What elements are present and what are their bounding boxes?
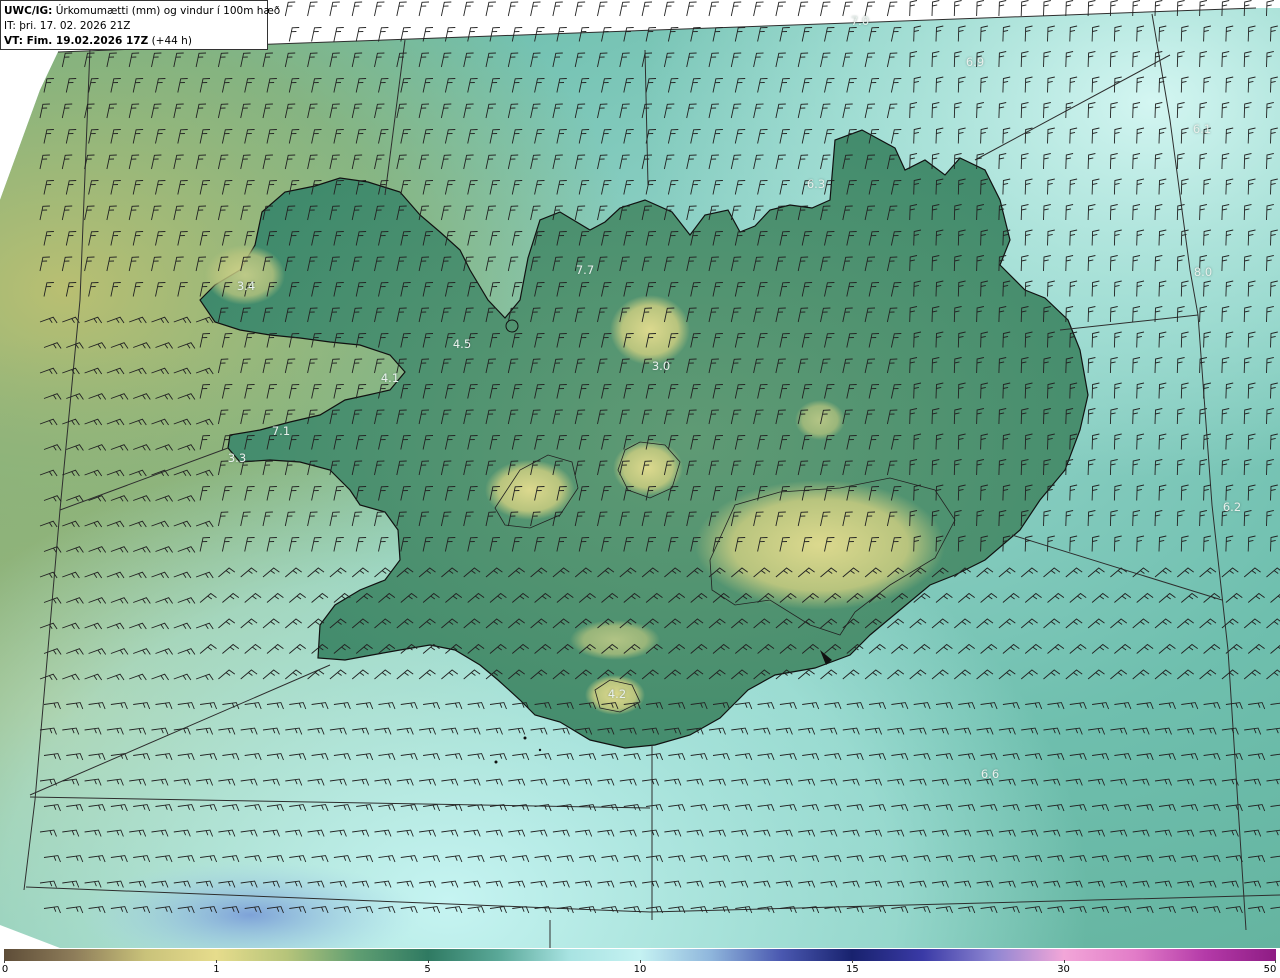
valid-time: VT: Fim. 19.02.2026 17Z bbox=[4, 35, 149, 47]
colorbar-tick-label: 15 bbox=[846, 964, 859, 975]
value-label: 7.0 bbox=[850, 14, 870, 28]
colorbar-tick-label: 1 bbox=[213, 964, 220, 975]
colorbar-tick-label: 50 bbox=[1263, 964, 1277, 975]
colorbar-tick bbox=[216, 960, 218, 963]
value-label: 6.6 bbox=[980, 767, 1000, 781]
map-canvas bbox=[0, 0, 1280, 948]
colorbar-tick bbox=[852, 960, 854, 963]
value-label: 3.3 bbox=[227, 451, 247, 465]
init-time: IT: þri. 17. 02. 2026 21Z bbox=[4, 20, 131, 32]
model-name: UWC/IG: bbox=[4, 5, 53, 17]
value-label: 7.1 bbox=[271, 424, 291, 438]
value-label: 4.1 bbox=[380, 371, 400, 385]
colorbar-tick-label: 0 bbox=[1, 964, 9, 975]
colorbar-tick-label: 10 bbox=[633, 964, 647, 975]
value-label: 3.0 bbox=[651, 359, 671, 373]
value-label: 4.2 bbox=[607, 687, 627, 701]
lead-time: (+44 h) bbox=[148, 35, 192, 47]
value-label: 6.1 bbox=[1192, 122, 1212, 136]
colorbar-tick bbox=[1063, 960, 1065, 963]
value-label: 8.0 bbox=[1193, 265, 1213, 279]
value-label: 7.7 bbox=[575, 263, 595, 277]
colorbar-tick-label: 30 bbox=[1057, 964, 1070, 975]
map-title: Úrkomumætti (mm) og vindur í 100m hæð bbox=[52, 5, 281, 17]
colorbar-tick-label: 5 bbox=[424, 964, 431, 975]
colorbar-tick bbox=[1275, 960, 1276, 963]
colorbar-tick bbox=[640, 960, 641, 963]
value-label: 6.3 bbox=[806, 177, 826, 191]
value-label: 4.5 bbox=[452, 337, 472, 351]
forecast-map: 7.0 6.9 6.1 6.3 7.7 8.0 3.4 4.5 4.1 3.0 … bbox=[0, 0, 1280, 948]
forecast-info-box: UWC/IG: Úrkomumætti (mm) og vindur í 100… bbox=[0, 0, 280, 50]
value-label: 6.9 bbox=[965, 55, 985, 69]
title-row: UWC/IG: Úrkomumætti (mm) og vindur í 100… bbox=[4, 4, 280, 19]
value-label: 6.2 bbox=[1222, 500, 1242, 514]
colorbar: 0 1 5 10 15 30 50 bbox=[0, 948, 1280, 978]
colorbar-tick bbox=[4, 960, 5, 963]
value-label: 3.4 bbox=[236, 279, 256, 293]
colorbar-tick bbox=[427, 960, 429, 963]
valid-time-row: VT: Fim. 19.02.2026 17Z (+44 h) bbox=[4, 34, 264, 49]
